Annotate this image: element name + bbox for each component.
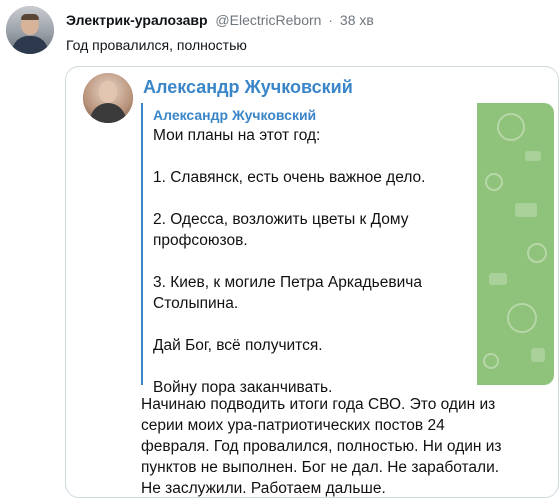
- tweet-header: Электрик-уралозавр @ElectricReborn · 38 …: [66, 12, 374, 28]
- quote-body: Мои планы на этот год: 1. Славянск, есть…: [153, 125, 473, 398]
- quote-line: Мои планы на этот год:: [153, 127, 321, 144]
- post-line: Начинаю подводить итоги года СВО. Это од…: [141, 396, 496, 413]
- attached-image[interactable]: Александр Жучковский Александр Жучковски…: [65, 66, 559, 498]
- quoted-message: Александр Жучковский Мои планы на этот г…: [141, 103, 554, 396]
- quote-line: профсоюзов.: [153, 232, 248, 249]
- post-line: Не заслужили. Работаем дальше.: [141, 480, 386, 497]
- channel-avatar: [83, 73, 133, 123]
- quote-line: 2. Одесса, возложить цветы к Дому: [153, 211, 409, 228]
- quote-line: Столыпина.: [153, 295, 239, 312]
- author-avatar[interactable]: [6, 6, 54, 54]
- quote-accent-bar: [141, 103, 143, 385]
- tweet[interactable]: Электрик-уралозавр @ElectricReborn · 38 …: [0, 0, 560, 500]
- separator: ·: [328, 12, 334, 28]
- quote-author: Александр Жучковский: [153, 107, 317, 123]
- post-sender-name: Александр Жучковский: [143, 77, 353, 97]
- chat-background-pattern: [477, 103, 554, 385]
- quote-line: Дай Бог, всё получится.: [153, 337, 323, 354]
- post-line: серии моих ура-патриотических постов 24: [141, 417, 445, 434]
- author-name[interactable]: Электрик-уралозавр: [66, 12, 208, 28]
- author-handle[interactable]: @ElectricReborn: [215, 12, 321, 28]
- post-line: пунктов не выполнен. Бог не дал. Не зара…: [141, 459, 500, 476]
- quote-line: 3. Киев, к могиле Петра Аркадьевича: [153, 274, 422, 291]
- tweet-text: Год провалился, полностью: [66, 37, 247, 53]
- post-text: Начинаю подводить итоги года СВО. Это од…: [141, 394, 551, 497]
- timestamp[interactable]: 38 хв: [340, 12, 374, 28]
- post-line: февраля. Год провалился, полностью. Ни о…: [141, 438, 502, 455]
- quote-line: 1. Славянск, есть очень важное дело.: [153, 169, 426, 186]
- quote-block: Александр Жучковский Мои планы на этот г…: [141, 103, 477, 396]
